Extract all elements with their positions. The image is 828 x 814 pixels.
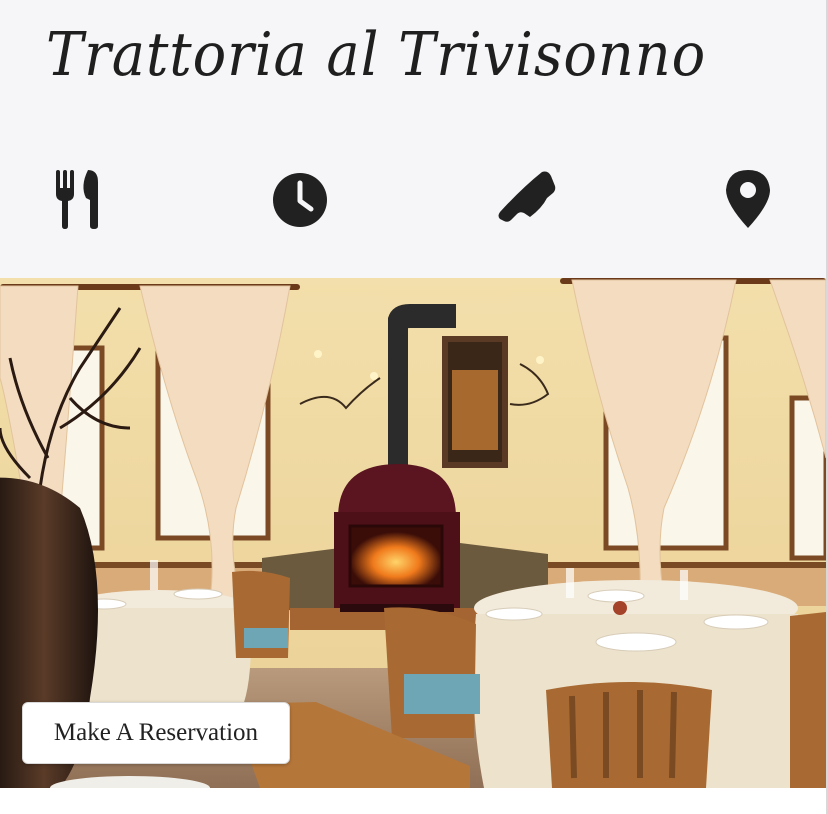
site-title: Trattoria al Trivisonno <box>46 20 707 90</box>
phone-icon[interactable] <box>498 168 558 230</box>
icon-nav <box>0 168 826 232</box>
map-marker-icon[interactable] <box>718 168 778 230</box>
site-header: Trattoria al Trivisonno <box>0 0 826 278</box>
make-reservation-button[interactable]: Make A Reservation <box>22 702 290 764</box>
clock-icon[interactable] <box>270 168 330 230</box>
utensils-icon[interactable] <box>52 168 106 230</box>
